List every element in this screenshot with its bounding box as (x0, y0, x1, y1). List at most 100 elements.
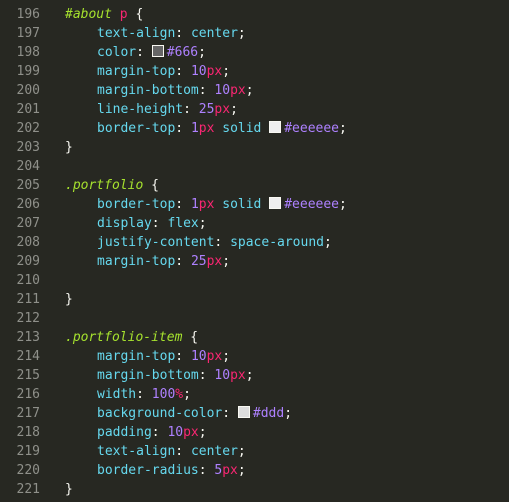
colon: : (175, 444, 191, 459)
colon: : (136, 387, 152, 402)
code-line[interactable]: 209 margin-top: 25px; (0, 252, 509, 271)
css-unit: px (230, 83, 246, 98)
code-line[interactable]: 203} (0, 138, 509, 157)
code-content: #about p { (65, 5, 143, 24)
css-number: 10 (167, 425, 184, 440)
code-line[interactable]: 219 text-align: center; (0, 442, 509, 461)
declaration: padding: 10px; (65, 425, 207, 440)
close-brace: } (65, 292, 73, 307)
declaration: text-align: center; (65, 444, 246, 459)
css-unit: px (206, 349, 223, 364)
code-line[interactable]: 220 border-radius: 5px; (0, 461, 509, 480)
colon: : (151, 216, 168, 231)
code-content: text-align: center; (65, 442, 246, 461)
line-number: 206 (16, 197, 40, 212)
line-number: 217 (16, 406, 40, 421)
css-value: flex (167, 216, 199, 231)
css-number: 10 (190, 349, 207, 364)
code-line[interactable]: 197 text-align: center; (0, 24, 509, 43)
code-line[interactable]: 196 #about p { (0, 5, 509, 24)
code-content: padding: 10px; (65, 423, 207, 442)
code-line[interactable]: 211} (0, 290, 509, 309)
code-line[interactable]: 215 margin-bottom: 10px; (0, 366, 509, 385)
code-content: } (65, 290, 73, 309)
css-color-value: #666 (166, 45, 199, 60)
code-editor[interactable]: 196 #about p {197 text-align: center; 198 co… (0, 0, 509, 502)
semicolon: ; (222, 254, 231, 269)
semicolon: ; (183, 387, 191, 402)
colon: : (151, 425, 168, 440)
css-unit: px (198, 197, 215, 212)
css-property: display (97, 216, 152, 231)
semicolon: ; (245, 83, 254, 98)
line-number: 218 (16, 425, 40, 440)
color-swatch-icon[interactable] (269, 121, 282, 133)
code-line[interactable]: 202 border-top: 1px solid #eeeeee; (0, 119, 509, 138)
code-line[interactable]: 216 width: 100%; (0, 385, 509, 404)
colon: : (222, 406, 238, 421)
css-value: center (190, 26, 238, 41)
semicolon: ; (198, 425, 207, 440)
semicolon: ; (237, 26, 246, 41)
code-line[interactable]: 200 margin-bottom: 10px; (0, 81, 509, 100)
code-line[interactable]: 217 background-color: #ddd; (0, 404, 509, 423)
colon: : (198, 368, 215, 383)
line-number: 199 (16, 64, 40, 79)
code-line[interactable]: 198 color: #666; (0, 43, 509, 62)
open-brace: { (127, 7, 144, 22)
code-line[interactable]: 206 border-top: 1px solid #eeeeee; (0, 195, 509, 214)
declaration: border-top: 1px solid #eeeeee; (65, 197, 347, 212)
color-swatch-icon[interactable] (237, 406, 250, 418)
colon: : (136, 45, 152, 60)
css-property: border-top (97, 121, 176, 136)
css-color-value: #ddd (252, 406, 285, 421)
colon: : (175, 121, 191, 136)
code-line[interactable]: 207 display: flex; (0, 214, 509, 233)
code-line[interactable]: 199 margin-top: 10px; (0, 62, 509, 81)
code-line[interactable]: 212 (0, 309, 509, 328)
declaration: border-radius: 5px; (65, 463, 246, 478)
semicolon: ; (198, 216, 207, 231)
code-line[interactable]: 205 .portfolio { (0, 176, 509, 195)
code-content: border-top: 1px solid #eeeeee; (65, 195, 347, 214)
css-property: margin-top (97, 349, 176, 364)
css-unit: px (214, 102, 231, 117)
css-property: margin-bottom (97, 83, 199, 98)
css-property: background-color (97, 406, 223, 421)
code-content: .portfolio-item { (65, 328, 198, 347)
css-selector: .portfolio-item (65, 330, 183, 345)
code-content: justify-content: space-around; (65, 233, 332, 252)
code-line[interactable]: 208 justify-content: space-around; (0, 233, 509, 252)
css-number: 100 (151, 387, 176, 402)
css-number: 10 (214, 83, 231, 98)
code-content: line-height: 25px; (65, 100, 238, 119)
colon: : (175, 64, 191, 79)
code-line[interactable]: 213 .portfolio-item { (0, 328, 509, 347)
declaration: color: #666; (65, 45, 206, 60)
css-unit: px (222, 463, 238, 478)
declaration: margin-top: 10px; (65, 349, 230, 364)
colon: : (175, 349, 191, 364)
css-property: padding (97, 425, 152, 440)
code-line[interactable]: 221} (0, 480, 509, 499)
color-swatch-icon[interactable] (269, 197, 282, 209)
semicolon: ; (237, 463, 246, 478)
css-unit: % (175, 387, 184, 402)
code-line[interactable]: 201 line-height: 25px; (0, 100, 509, 119)
css-color-value: #eeeeee (284, 197, 340, 212)
css-unit: px (230, 368, 246, 383)
code-content: width: 100%; (65, 385, 191, 404)
code-line[interactable]: 210 (0, 271, 509, 290)
declaration: margin-top: 10px; (65, 64, 230, 79)
code-content: text-align: center; (65, 24, 246, 43)
line-number: 208 (16, 235, 40, 250)
line-number: 210 (16, 273, 40, 288)
code-line[interactable]: 218 padding: 10px; (0, 423, 509, 442)
code-line[interactable]: 204 (0, 157, 509, 176)
color-swatch-icon[interactable] (151, 45, 164, 57)
code-line[interactable]: 214 margin-top: 10px; (0, 347, 509, 366)
code-content: } (65, 138, 73, 157)
close-brace: } (65, 482, 73, 497)
